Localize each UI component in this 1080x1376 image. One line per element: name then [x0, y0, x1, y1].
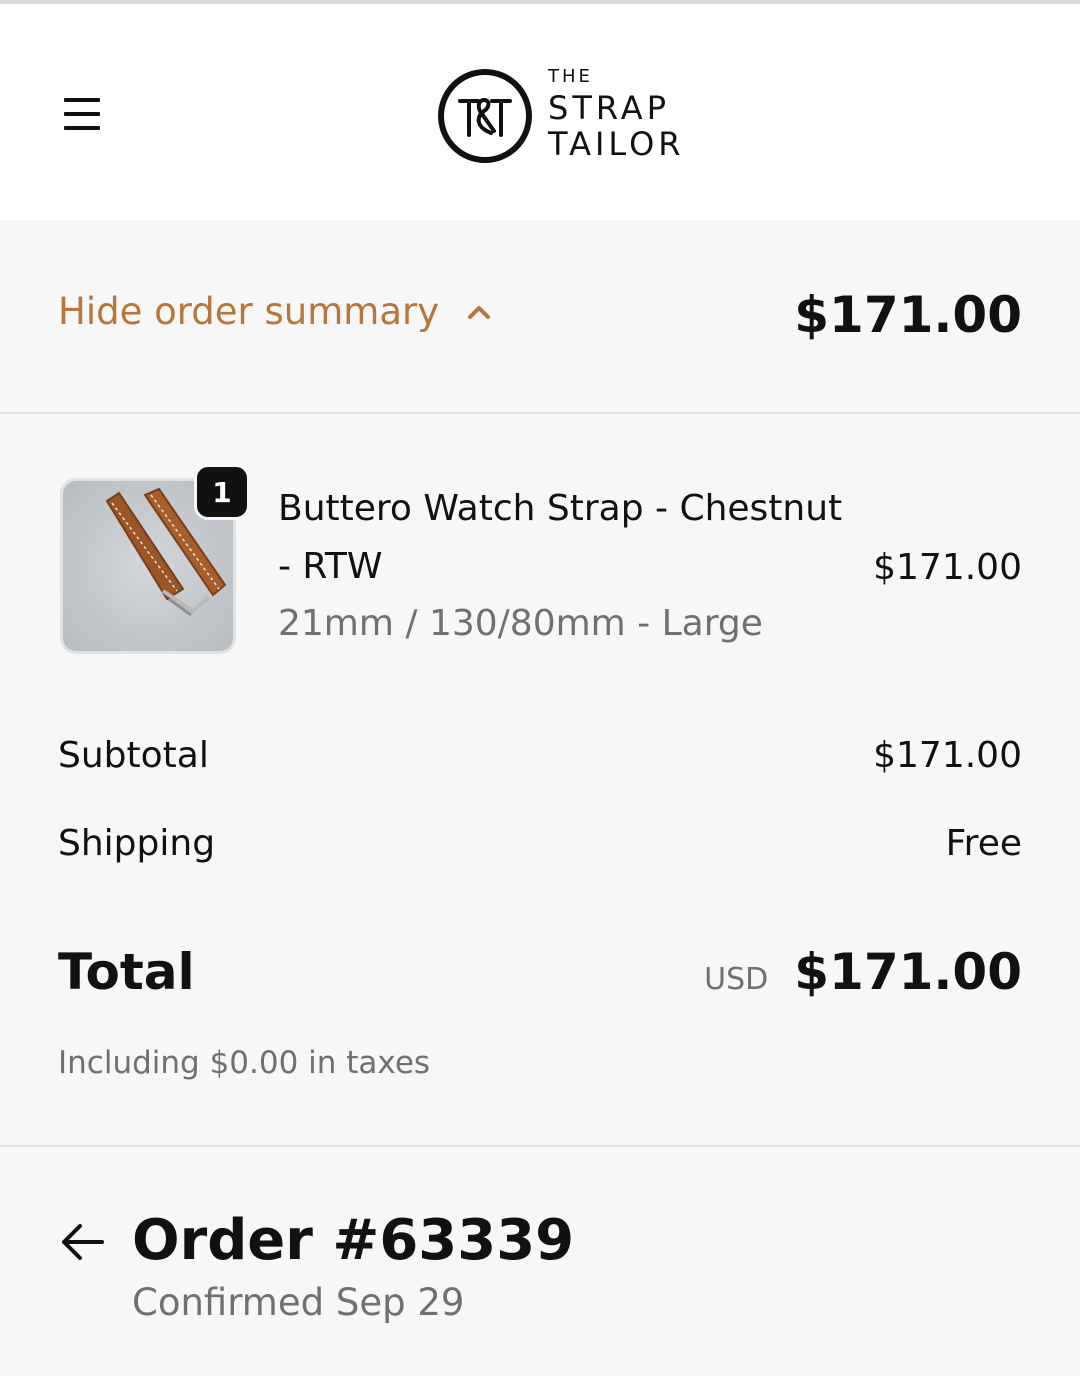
logo-line-strap: STRAP	[548, 89, 670, 127]
order-confirmation-date: Confirmed Sep 29	[132, 1281, 465, 1324]
subtotal-label: Subtotal	[58, 735, 209, 776]
product-price: $171.00	[873, 547, 1022, 588]
product-variant: 21mm / 130/80mm - Large	[278, 603, 763, 644]
logo-line-tailor: TAILOR	[548, 125, 685, 163]
logo-line-the: THE	[548, 66, 593, 87]
shipping-value: Free	[945, 823, 1022, 864]
total-amount: $171.00	[794, 943, 1022, 1001]
quantity-badge: 1	[194, 464, 250, 520]
arrow-left-icon	[62, 1224, 104, 1260]
tax-note: Including $0.00 in taxes	[58, 1045, 431, 1081]
total-label: Total	[58, 943, 195, 1001]
product-name: Buttero Watch Strap - Chestnut - RTW	[278, 488, 843, 587]
hide-order-summary-label: Hide order summary	[58, 290, 440, 333]
hide-order-summary-button[interactable]: Hide order summary	[58, 290, 493, 333]
total-value: USD $171.00	[704, 940, 1022, 1004]
logo-monogram-icon	[438, 69, 532, 163]
summary-total-price: $171.00	[794, 286, 1022, 344]
currency-code: USD	[704, 962, 769, 997]
order-title: Order #63339	[132, 1208, 575, 1273]
header: THE STRAP TAILOR	[0, 4, 1080, 220]
subtotal-value: $171.00	[873, 735, 1022, 776]
shipping-label: Shipping	[58, 823, 216, 864]
section-divider	[0, 1145, 1080, 1147]
back-button[interactable]	[58, 1220, 106, 1264]
logo-wordmark: THE STRAP TAILOR	[548, 68, 685, 164]
hamburger-menu-icon[interactable]	[60, 96, 104, 132]
store-logo[interactable]: THE STRAP TAILOR	[436, 64, 696, 168]
chevron-up-icon	[468, 305, 491, 319]
